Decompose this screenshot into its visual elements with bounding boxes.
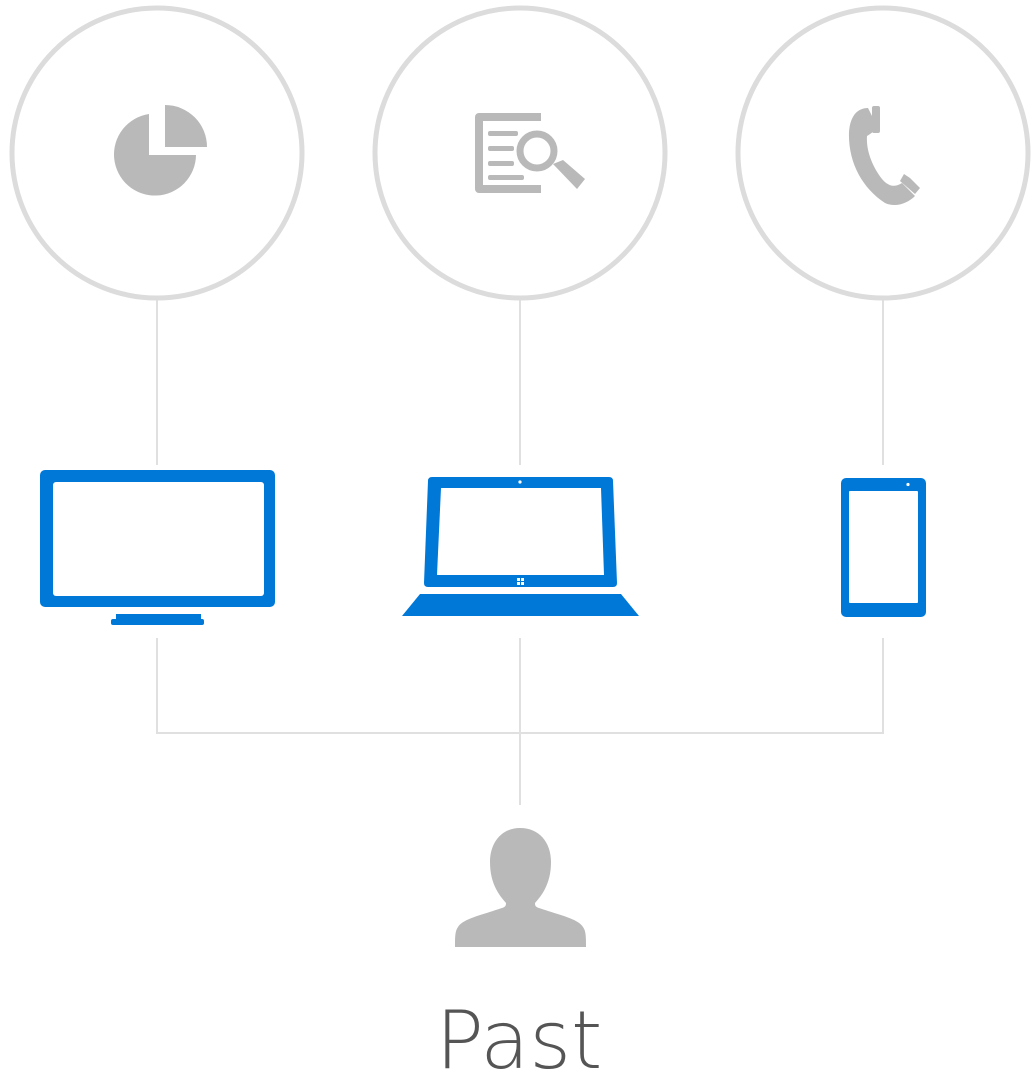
desktop-monitor-icon [40,470,275,625]
past-channel-diagram: Past [9,5,1031,1083]
person-silhouette-icon [455,828,586,947]
diagram-caption: Past [436,994,603,1083]
laptop-icon [402,477,639,616]
tablet-icon [841,478,926,617]
channel-circle-right [735,5,1031,301]
channel-circle-left [9,5,305,301]
